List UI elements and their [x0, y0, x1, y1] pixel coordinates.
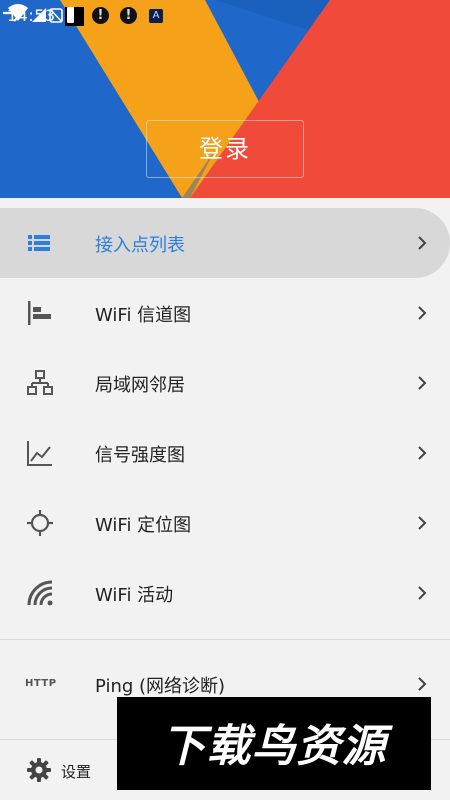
chevron-right-icon	[418, 306, 427, 320]
status-bar: 14:53 A	[0, 0, 450, 32]
menu-item-label: Ping (网络诊断)	[95, 676, 226, 697]
menu-item-label: WiFi 定位图	[95, 515, 192, 536]
menu-item-lan-neighbors[interactable]: 局域网邻居	[0, 345, 450, 415]
menu-item-label: WiFi 活动	[95, 585, 174, 606]
chevron-right-icon	[418, 446, 427, 460]
settings-label[interactable]: 设置	[61, 761, 91, 782]
chevron-right-icon	[418, 376, 427, 390]
chevron-right-icon	[418, 516, 427, 530]
chevron-right-icon	[418, 586, 427, 600]
list-icon	[28, 235, 50, 251]
alert-icon	[92, 7, 109, 24]
line-chart-icon	[27, 441, 52, 466]
menu-item-label: 信号强度图	[95, 445, 185, 466]
watermark: 下载鸟资源	[117, 697, 431, 790]
app-a-icon: A	[149, 9, 163, 23]
crosshair-icon	[27, 510, 53, 536]
menu-divider	[0, 639, 450, 640]
login-button[interactable]: 登录	[146, 120, 304, 178]
menu-item-signal-strength[interactable]: 信号强度图	[0, 415, 450, 485]
menu-item-label: 接入点列表	[95, 235, 185, 256]
menu-item-wifi-location[interactable]: WiFi 定位图	[0, 485, 450, 555]
signal-icon	[32, 8, 46, 22]
arrow-right-icon[interactable]	[0, 0, 26, 26]
wifi-activity-icon	[27, 580, 53, 606]
navigation-menu: 接入点列表 WiFi 信道图 局域网邻居 信号强度图 WiFi 定位图 WiFi…	[0, 205, 450, 716]
battery-icon	[67, 7, 74, 23]
menu-item-label: WiFi 信道图	[95, 305, 192, 326]
alert-icon	[120, 7, 137, 24]
menu-item-wifi-channel[interactable]: WiFi 信道图	[0, 275, 450, 345]
chevron-right-icon	[418, 677, 427, 691]
gear-icon[interactable]	[26, 757, 52, 783]
menu-item-access-points[interactable]: 接入点列表	[0, 205, 450, 278]
http-icon: HTTP	[25, 678, 57, 689]
menu-item-wifi-activity[interactable]: WiFi 活动	[0, 555, 450, 625]
menu-item-label: 局域网邻居	[95, 375, 185, 396]
selection-highlight	[0, 208, 450, 278]
lan-network-icon	[27, 370, 53, 395]
header-banner: 14:53 A 登录	[0, 0, 450, 198]
watermark-text: 下载鸟资源	[161, 721, 387, 772]
chevron-right-icon	[418, 236, 427, 250]
channel-chart-icon	[28, 301, 51, 325]
